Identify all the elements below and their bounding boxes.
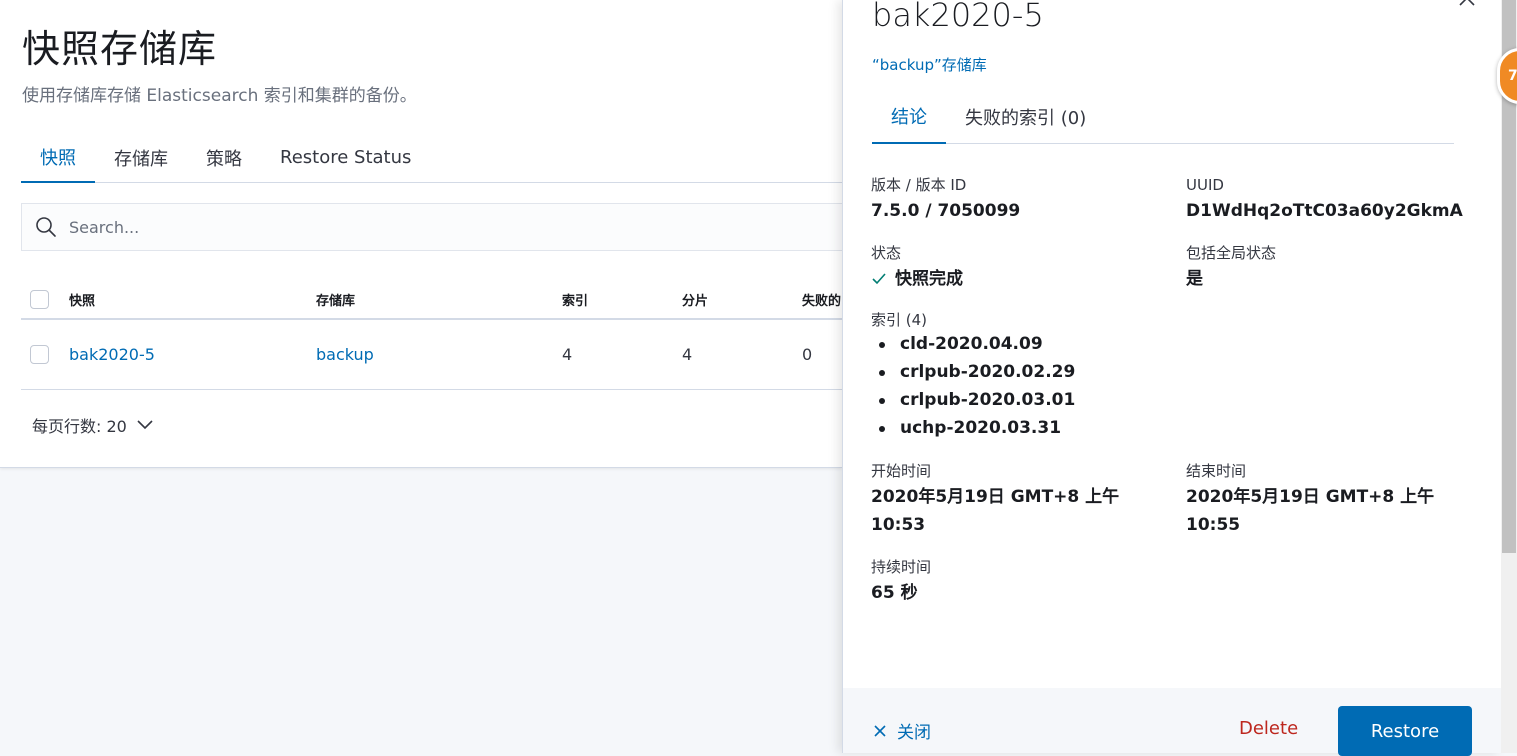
search-box [21,203,842,251]
start-time-label: 开始时间 [871,462,932,480]
flyout-tabs: 结论 失败的索引 (0) [872,90,1454,144]
indices-count: 4 [562,345,573,364]
page-title: 快照存储库 [22,27,218,71]
tab-summary[interactable]: 结论 [872,90,946,144]
table-row: bak2020-5 backup 4 4 0 [21,320,842,390]
duration-label: 持续时间 [871,558,932,576]
close-icon[interactable] [1457,0,1477,8]
version-label: 版本 / 版本 ID [871,176,967,194]
state-label: 状态 [871,244,902,262]
end-time-field: 结束时间 2020年5月19日 GMT+8 上午 10:55 [1186,461,1434,539]
start-time-date: 2020年5月19日 GMT+8 上午 [871,487,1120,507]
tab-snapshots[interactable]: 快照 [21,132,95,183]
table-header-row: 快照 存储库 索引 分片 失败的 [21,280,842,320]
column-header-snapshot[interactable]: 快照 [69,280,95,318]
snapshots-table: 快照 存储库 索引 分片 失败的 bak2020-5 backup 4 4 0 [21,280,842,390]
flyout-title: bak2020-5 [872,0,1044,34]
snapshot-name-link[interactable]: bak2020-5 [69,320,155,389]
uuid-label: UUID [1186,176,1224,194]
end-time-label: 结束时间 [1186,462,1247,480]
repository-link[interactable]: “backup”存储库 [872,54,987,75]
end-time-date: 2020年5月19日 GMT+8 上午 [1186,487,1435,507]
rows-per-page-selector[interactable]: 每页行数: 20 [32,413,153,437]
select-all-checkbox[interactable] [30,289,49,309]
global-state-field: 包括全局状态 是 [1186,243,1276,293]
close-flyout-button[interactable]: 关闭 [873,718,931,743]
snapshot-details-flyout: bak2020-5 “backup”存储库 结论 失败的索引 (0) 版本 / … [842,0,1502,756]
column-header-indices[interactable]: 索引 [562,280,588,318]
column-header-shards[interactable]: 分片 [682,280,708,318]
indices-field: 索引 (4) cld-2020.04.09 crlpub-2020.02.29 … [871,310,1075,442]
state-field: 状态 快照完成 [871,243,963,293]
state-value: 快照完成 [895,269,963,289]
main-tabs: 快照 存储库 策略 Restore Status [21,132,842,183]
page-description: 使用存储库存储 Elasticsearch 索引和集群的备份。 [22,86,417,106]
main-panel: 快照存储库 使用存储库存储 Elasticsearch 索引和集群的备份。 快照… [0,0,842,468]
delete-button[interactable]: Delete [1239,718,1298,739]
column-header-repository[interactable]: 存储库 [316,280,355,318]
start-time-clock: 10:53 [871,515,926,535]
column-header-failed[interactable]: 失败的 [802,280,841,318]
duration-value: 65 秒 [871,583,918,603]
version-value: 7.5.0 / 7050099 [871,201,1021,221]
failed-count: 0 [802,345,813,364]
indices-label: 索引 (4) [871,311,928,329]
search-input[interactable] [69,217,769,237]
uuid-value: D1WdHq2oTtC03a60y2GkmA [1186,201,1463,221]
rows-per-page-label: 每页行数: 20 [32,417,127,436]
start-time-field: 开始时间 2020年5月19日 GMT+8 上午 10:53 [871,461,1119,539]
version-field: 版本 / 版本 ID 7.5.0 / 7050099 [871,175,1020,225]
list-item: crlpub-2020.03.01 [871,386,1075,414]
indices-list: cld-2020.04.09 crlpub-2020.02.29 crlpub-… [871,330,1075,442]
uuid-field: UUID D1WdHq2oTtC03a60y2GkmA [1186,175,1463,225]
tab-failed-indices[interactable]: 失败的索引 (0) [946,90,1105,144]
list-item: cld-2020.04.09 [871,330,1075,358]
duration-field: 持续时间 65 秒 [871,557,931,607]
search-icon [36,217,56,237]
list-item: uchp-2020.03.31 [871,414,1075,442]
end-time-clock: 10:55 [1186,515,1241,535]
flyout-footer: 关闭 Delete Restore [843,688,1502,756]
chevron-down-icon [137,420,153,430]
global-state-value: 是 [1186,269,1203,289]
shards-count: 4 [682,345,693,364]
restore-button[interactable]: Restore [1338,706,1472,756]
check-icon [872,273,886,285]
tab-restore-status[interactable]: Restore Status [261,132,430,183]
close-flyout-label: 关闭 [897,723,931,743]
row-checkbox[interactable] [30,345,49,364]
tab-policies[interactable]: 策略 [187,132,261,183]
global-state-label: 包括全局状态 [1186,244,1277,262]
tab-repositories[interactable]: 存储库 [95,132,187,183]
list-item: crlpub-2020.02.29 [871,358,1075,386]
repository-link[interactable]: backup [316,320,374,389]
close-icon [874,724,886,737]
